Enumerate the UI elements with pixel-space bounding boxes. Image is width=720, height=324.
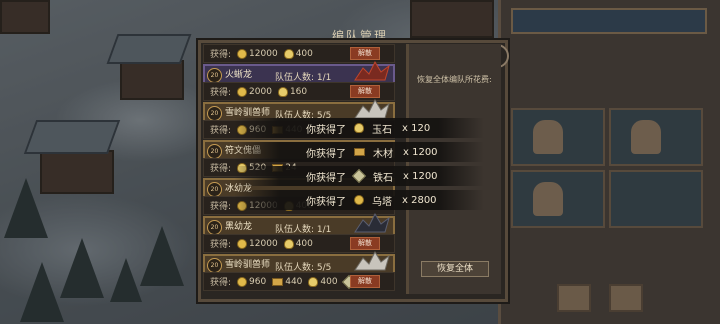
hero-portrait[interactable] bbox=[511, 108, 605, 166]
reward-toast: 你获得了 玉石 x 120 bbox=[234, 118, 484, 138]
dismiss-button[interactable]: 解散 bbox=[350, 47, 380, 60]
toast-prefix: 你获得了 bbox=[306, 196, 346, 208]
black-dragon-icon bbox=[351, 212, 391, 236]
gold-coin-icon bbox=[354, 195, 364, 205]
toast-resource: 玉石 bbox=[372, 124, 392, 136]
team-name: 雪岭驯兽师 bbox=[225, 108, 271, 118]
food-icon bbox=[283, 238, 294, 249]
side-panel bbox=[498, 0, 720, 324]
reward-item: 960 bbox=[237, 276, 267, 287]
food-icon bbox=[308, 276, 319, 287]
toast-quantity: x 1200 bbox=[403, 146, 438, 158]
reward-label: 获得: bbox=[210, 88, 232, 98]
gold-coin-icon bbox=[237, 276, 248, 287]
gold-coin-icon bbox=[237, 238, 248, 249]
reward-amount: 12000 bbox=[249, 238, 278, 249]
red-dragon-icon bbox=[351, 60, 391, 84]
reward-amount: 400 bbox=[295, 238, 313, 249]
dismiss-button[interactable]: 解散 bbox=[350, 85, 380, 98]
level-badge: 20 bbox=[207, 106, 222, 121]
food-icon bbox=[277, 86, 288, 97]
team-name: 火蜥龙 bbox=[225, 70, 253, 80]
reward-label: 获得: bbox=[210, 126, 232, 136]
reward-amount: 960 bbox=[249, 276, 267, 287]
toast-prefix: 你获得了 bbox=[306, 124, 346, 136]
reward-label: 获得: bbox=[210, 240, 232, 250]
reward-item: 12000 bbox=[237, 48, 278, 59]
reward-amount: 400 bbox=[320, 276, 338, 287]
level-badge: 20 bbox=[207, 220, 222, 235]
gold-coin-icon bbox=[237, 86, 248, 97]
restore-cost-label: 恢复全体编队所花费: bbox=[417, 75, 492, 84]
gold-coin-icon bbox=[237, 48, 248, 59]
team-name: 黑幼龙 bbox=[225, 222, 253, 232]
reward-label: 获得: bbox=[210, 164, 232, 174]
reward-item: 400 bbox=[283, 238, 313, 249]
reward-toast: 你获得了 木材 x 1200 bbox=[234, 142, 484, 162]
reward-amount: 400 bbox=[295, 48, 313, 59]
reward-amount: 2000 bbox=[249, 86, 272, 97]
food-icon bbox=[283, 48, 294, 59]
hero-portrait[interactable] bbox=[609, 108, 703, 166]
hero-portrait[interactable] bbox=[511, 170, 605, 228]
side-action-button[interactable] bbox=[609, 284, 643, 312]
reward-row: 获得:96044040040解散 bbox=[203, 272, 395, 291]
reward-amount: 160 bbox=[289, 86, 308, 97]
toast-prefix: 你获得了 bbox=[306, 148, 346, 160]
side-action-button[interactable] bbox=[557, 284, 591, 312]
level-badge: 20 bbox=[207, 182, 222, 197]
level-badge: 20 bbox=[207, 258, 222, 273]
reward-amount: 440 bbox=[285, 276, 303, 287]
toast-quantity: x 2800 bbox=[402, 194, 437, 206]
side-panel-header bbox=[511, 8, 707, 34]
toast-resource: 铁石 bbox=[373, 172, 393, 184]
toast-quantity: x 1200 bbox=[403, 170, 438, 182]
reward-toast: 你获得了 乌塔 x 2800 bbox=[234, 190, 484, 210]
restore-all-button[interactable]: 恢复全体 bbox=[421, 261, 489, 277]
team-name: 雪岭驯兽师 bbox=[225, 260, 271, 270]
reward-item: 12000 bbox=[237, 238, 278, 249]
hero-portrait[interactable] bbox=[609, 170, 703, 228]
food-icon bbox=[354, 123, 364, 133]
wood-icon bbox=[272, 277, 284, 286]
reward-item: 160 bbox=[277, 86, 308, 97]
reward-label: 获得: bbox=[210, 202, 232, 212]
dismiss-button[interactable]: 解散 bbox=[350, 237, 380, 250]
reward-amount: 12000 bbox=[249, 48, 278, 59]
reward-item: 400 bbox=[308, 276, 338, 287]
dismiss-button[interactable]: 解散 bbox=[350, 275, 380, 288]
toast-quantity: x 120 bbox=[402, 122, 431, 134]
reward-item: 400 bbox=[283, 48, 313, 59]
level-badge: 20 bbox=[207, 68, 222, 83]
reward-label: 获得: bbox=[210, 278, 232, 288]
reward-item: 440 bbox=[272, 277, 302, 287]
wood-icon bbox=[354, 148, 365, 156]
level-badge: 20 bbox=[207, 144, 222, 159]
beast-tamer-icon bbox=[351, 250, 391, 274]
toast-resource: 乌塔 bbox=[372, 196, 392, 208]
reward-item: 2000 bbox=[237, 86, 272, 97]
reward-toast: 你获得了 铁石 x 1200 bbox=[234, 166, 484, 186]
toast-prefix: 你获得了 bbox=[306, 172, 346, 184]
hero-portrait-grid bbox=[511, 108, 703, 228]
reward-label: 获得: bbox=[210, 50, 232, 60]
toast-resource: 木材 bbox=[373, 148, 393, 160]
ore-icon bbox=[351, 168, 367, 184]
